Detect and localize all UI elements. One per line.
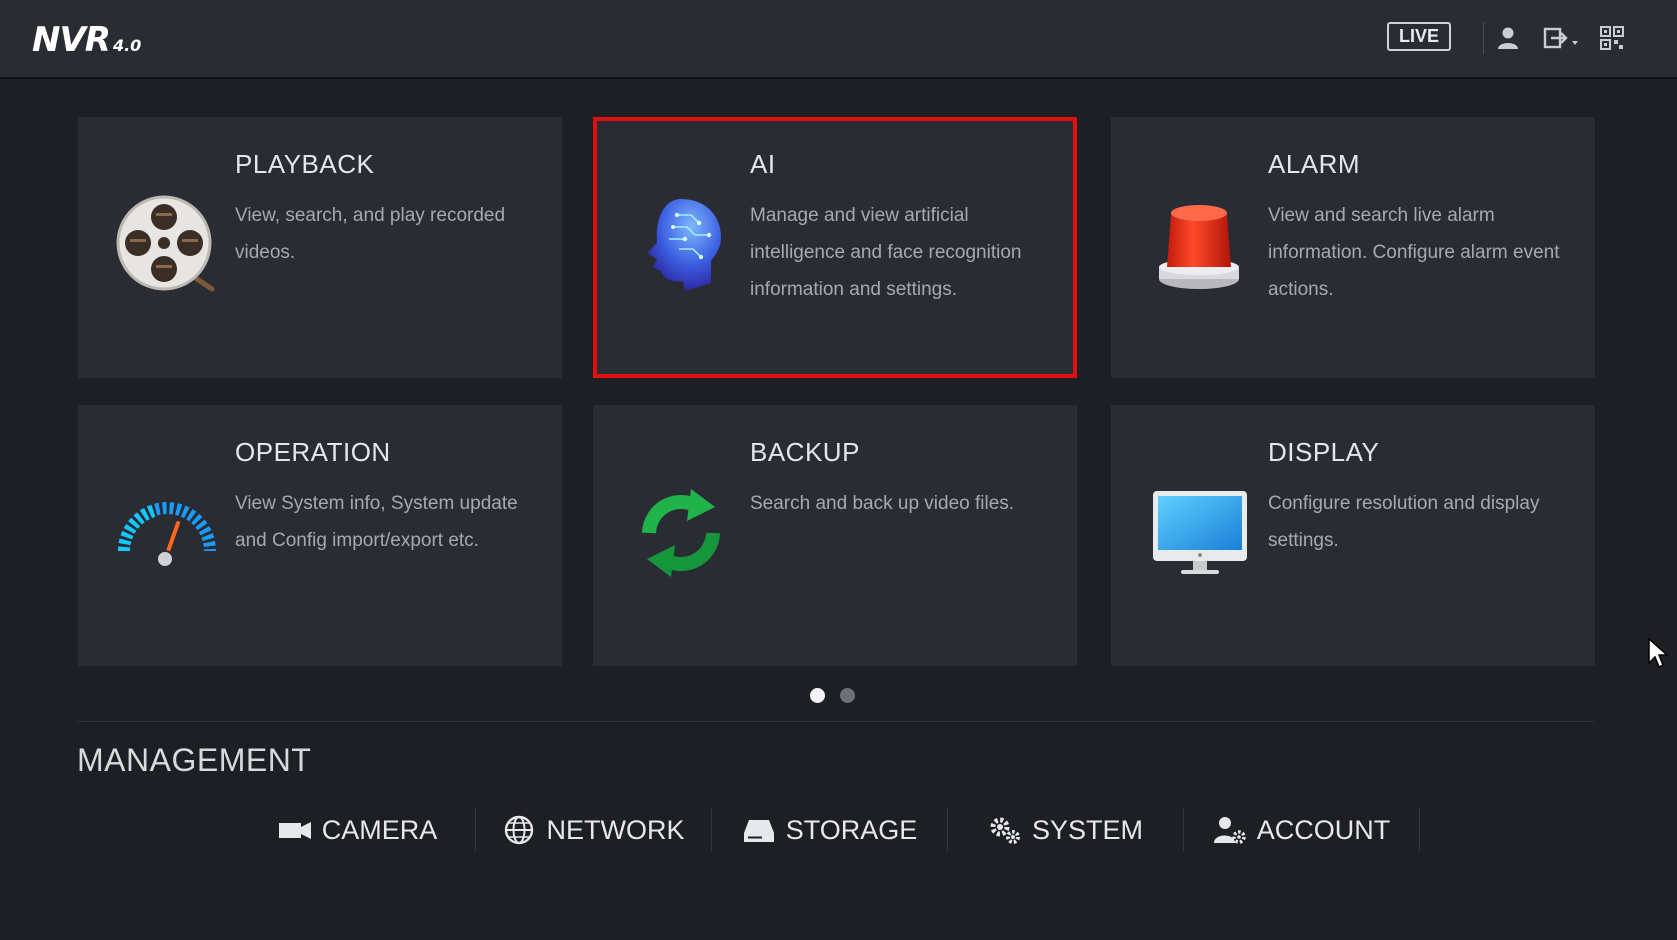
tile-description: View System info, System update and Conf… — [235, 493, 518, 551]
management-system[interactable]: SYSTEM — [948, 808, 1184, 852]
tile-description: View, search, and play recorded videos. — [235, 205, 506, 263]
logout-icon[interactable] — [1542, 25, 1582, 51]
hard-drive-icon — [743, 820, 774, 842]
management-account[interactable]: ACCOUNT — [1184, 808, 1420, 852]
user-icon[interactable] — [1495, 25, 1521, 51]
account-settings-icon — [1213, 817, 1246, 844]
qr-code-icon[interactable] — [1599, 25, 1625, 51]
monitor-icon — [1153, 491, 1247, 574]
mouse-cursor — [1648, 638, 1669, 669]
management-label: ACCOUNT — [1256, 814, 1391, 845]
page-indicator — [810, 688, 855, 703]
header-divider — [1483, 22, 1484, 54]
camera-icon — [278, 822, 311, 839]
management-label: NETWORK — [546, 814, 685, 845]
live-button[interactable]: LIVE — [1387, 22, 1451, 51]
tile-display[interactable]: DISPLAY Configure resolution and display… — [1111, 405, 1595, 666]
management-camera[interactable]: CAMERA — [240, 808, 476, 852]
nvr-logo: NVR 4.0 — [32, 20, 141, 60]
tile-description: View and search live alarm information. … — [1268, 205, 1560, 300]
ai-head-icon — [647, 199, 721, 291]
logo-text: NVR — [32, 20, 111, 60]
management-label: CAMERA — [321, 814, 438, 845]
management-storage[interactable]: STORAGE — [712, 808, 948, 852]
page-dot-1[interactable] — [810, 688, 825, 703]
film-reel-icon — [116, 195, 215, 292]
management-label: STORAGE — [785, 814, 918, 845]
tile-backup[interactable]: BACKUP Search and back up video files. — [593, 405, 1077, 666]
tile-title: PLAYBACK — [235, 149, 375, 179]
tile-description: Manage and view artificial intelligence … — [750, 205, 1022, 300]
management-label: SYSTEM — [1031, 814, 1144, 845]
tile-title: AI — [750, 149, 776, 179]
network-globe-icon — [504, 815, 533, 845]
tile-title: OPERATION — [235, 437, 391, 467]
management-bar: CAMERA NETWORK STORAGE SYSTEM ACCOUNT — [240, 808, 1420, 852]
tile-playback[interactable]: PLAYBACK View, search, and play recorded… — [78, 117, 562, 378]
tile-title: ALARM — [1268, 149, 1361, 179]
gears-icon — [990, 817, 1020, 844]
top-bar: NVR 4.0 LIVE — [0, 0, 1677, 79]
alarm-light-icon — [1159, 205, 1239, 289]
tile-description: Search and back up video files. — [750, 493, 1015, 514]
tile-alarm[interactable]: ALARM View and search live alarm informa… — [1111, 117, 1595, 378]
page-dot-2[interactable] — [840, 688, 855, 703]
tile-operation[interactable]: OPERATION View System info, System updat… — [78, 405, 562, 666]
tile-ai[interactable]: AI Manage and view artificial intelligen… — [593, 117, 1077, 378]
management-title: MANAGEMENT — [77, 742, 312, 778]
management-network[interactable]: NETWORK — [476, 808, 712, 852]
tile-title: DISPLAY — [1268, 437, 1380, 467]
gauge-icon — [118, 502, 216, 568]
tile-description: Configure resolution and display setting… — [1268, 493, 1540, 551]
refresh-icon — [642, 489, 720, 577]
logo-version: 4.0 — [112, 36, 142, 55]
section-divider — [77, 721, 1594, 722]
tile-title: BACKUP — [750, 437, 860, 467]
